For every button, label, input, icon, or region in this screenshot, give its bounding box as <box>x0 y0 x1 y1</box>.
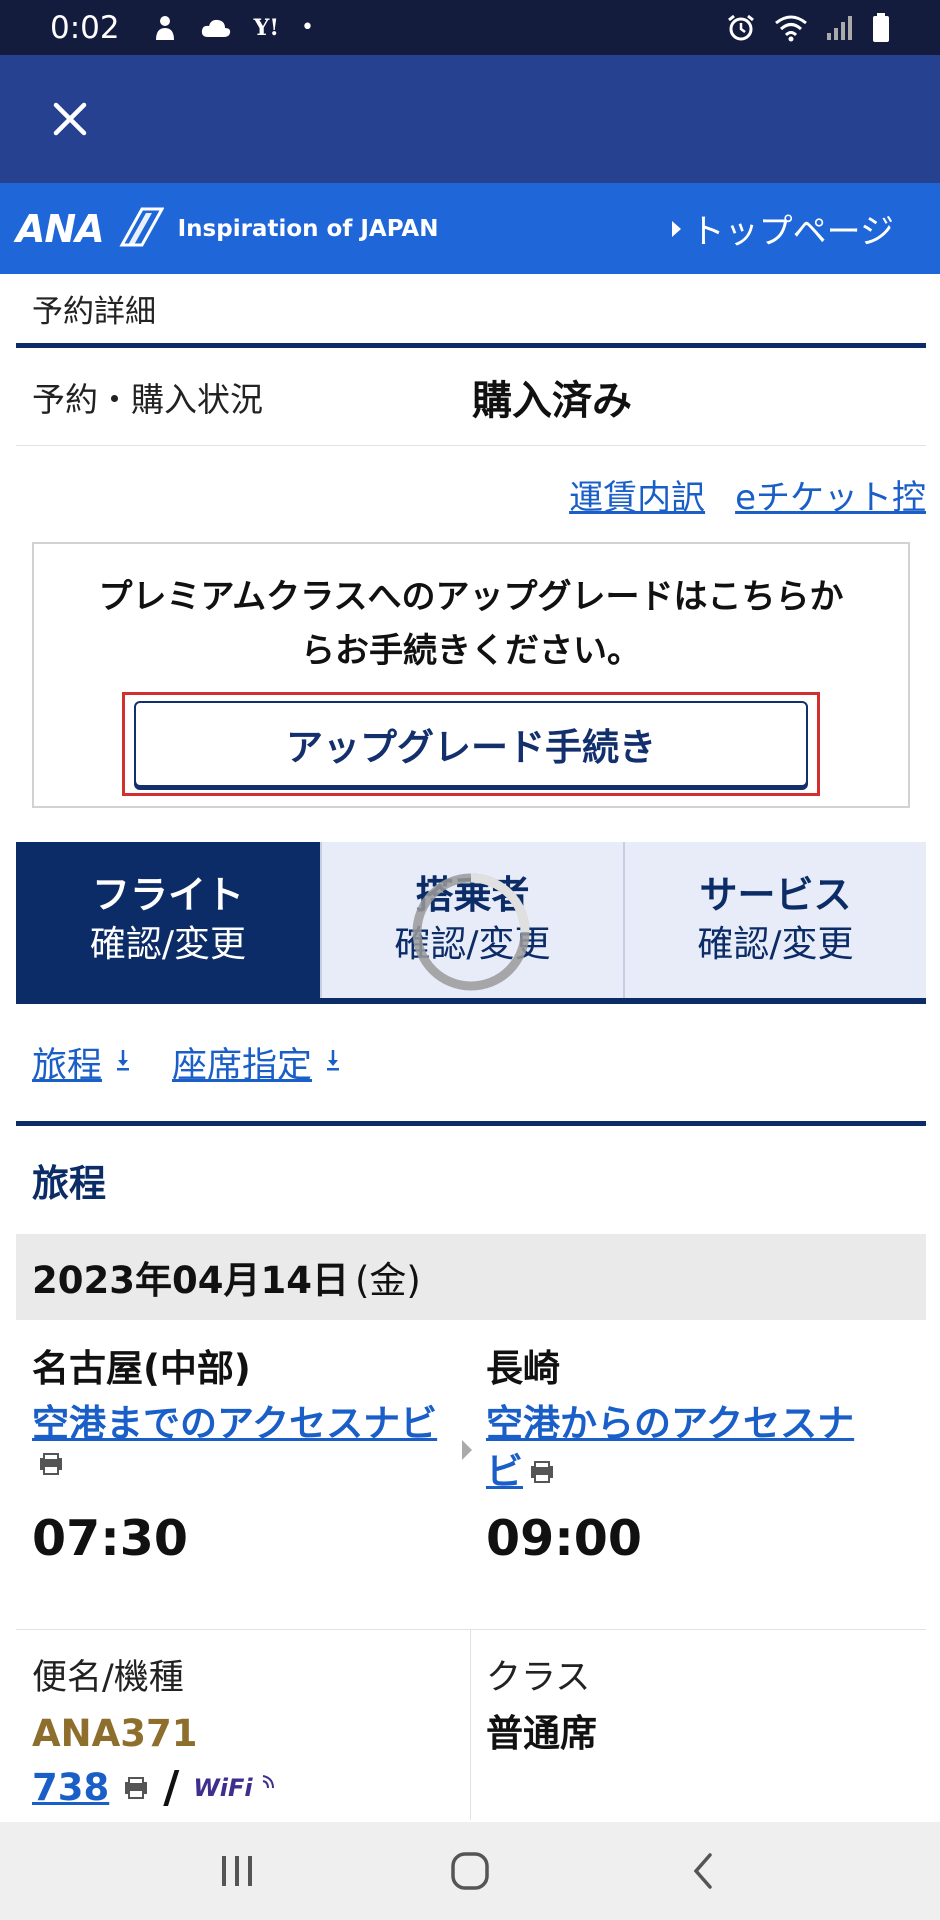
separator-slash: / <box>163 1762 180 1813</box>
class-label: クラス <box>486 1658 591 1698</box>
ana-logo-text: ANA <box>16 206 105 251</box>
receipt-links: 運賃内訳 eチケット控 <box>16 446 926 542</box>
yahoo-icon: Y! <box>253 14 279 41</box>
departure-print-row <box>32 1452 471 1492</box>
upgrade-highlight-frame: アップグレード手続き <box>122 692 820 796</box>
top-page-label: トップページ <box>690 212 894 252</box>
wifi-icon <box>774 14 808 42</box>
wifi-signal-icon <box>262 1774 274 1788</box>
status-dot: • <box>301 15 314 40</box>
arrival-access-row2: ビ <box>486 1450 926 1493</box>
ana-logo[interactable]: ANA Inspiration of JAPAN <box>16 207 439 251</box>
flight-number-column: 便名/機種 ANA371 738 / WiFi <box>16 1630 471 1820</box>
top-page-link[interactable]: トップページ <box>671 204 894 253</box>
flight-number-label: 便名/機種 <box>32 1658 184 1698</box>
upgrade-box: プレミアムクラスへのアップグレードはこちらか らお手続きください。 アップグレー… <box>32 542 910 808</box>
print-icon[interactable] <box>529 1460 555 1484</box>
tab-flight[interactable]: フライト 確認/変更 <box>16 842 320 998</box>
home-button[interactable] <box>430 1836 510 1906</box>
departure-column: 名古屋(中部) 空港までのアクセスナビ 07:30 <box>16 1320 471 1629</box>
arrow-down-icon <box>326 1048 340 1078</box>
aircraft-row: 738 / WiFi <box>32 1762 470 1813</box>
purchase-status-label: 予約・購入状況 <box>32 379 263 419</box>
departure-airport: 名古屋(中部) <box>32 1347 251 1390</box>
close-icon <box>53 102 87 136</box>
upgrade-message: プレミアムクラスへのアップグレードはこちらか らお手続きください。 <box>34 570 908 678</box>
back-button[interactable] <box>663 1836 743 1906</box>
status-bar: 0:02 Y! • <box>0 0 940 55</box>
recent-apps-button[interactable] <box>197 1836 277 1906</box>
purchase-status-value: 購入済み <box>472 377 632 424</box>
flight-date-bar: 2023年04月14日 (金) <box>16 1234 926 1320</box>
departure-access-label: 空港までのアクセスナビ <box>32 1402 438 1445</box>
status-time: 0:02 <box>50 9 120 46</box>
ana-banner: ANA Inspiration of JAPAN トップページ <box>0 183 940 274</box>
flight-info: 便名/機種 ANA371 738 / WiFi クラス 普通席 <box>16 1630 926 1820</box>
close-button[interactable] <box>36 85 104 153</box>
departure-access-link[interactable]: 空港までのアクセスナビ <box>32 1396 471 1452</box>
arrival-time: 09:00 <box>486 1510 642 1567</box>
itinerary-heading: 旅程 <box>32 1162 106 1205</box>
tab-service[interactable]: サービス 確認/変更 <box>623 842 926 998</box>
wifi-badge-text: WiFi <box>193 1773 253 1802</box>
app-header <box>0 55 940 183</box>
fare-breakdown-link[interactable]: 運賃内訳 <box>569 470 705 519</box>
upgrade-button[interactable]: アップグレード手続き <box>134 701 808 787</box>
notification-app-icon <box>152 14 178 42</box>
section-title: 予約詳細 <box>16 274 926 348</box>
recent-apps-icon <box>221 1856 252 1886</box>
triangle-right-icon <box>671 220 681 237</box>
home-icon <box>451 1852 489 1890</box>
ana-tagline: Inspiration of JAPAN <box>177 215 439 242</box>
class-value: 普通席 <box>486 1712 597 1755</box>
flight-route: 名古屋(中部) 空港までのアクセスナビ 07:30 長崎 空港からのアクセスナ … <box>16 1320 926 1630</box>
anchor-itinerary-label: 旅程 <box>32 1046 103 1086</box>
flight-number: ANA371 <box>32 1712 198 1755</box>
flight-day-of-week: (金) <box>354 1259 421 1302</box>
print-icon[interactable] <box>123 1776 149 1800</box>
tab-service-sub: 確認/変更 <box>697 924 854 965</box>
print-icon[interactable] <box>38 1452 64 1476</box>
page-anchors: 旅程 座席指定 <box>16 1004 926 1126</box>
loading-spinner-icon <box>412 873 530 991</box>
upgrade-message-line2: らお手続きください。 <box>301 631 641 671</box>
anchor-itinerary[interactable]: 旅程 <box>32 1037 130 1088</box>
booking-tabs: フライト 確認/変更 搭乗者 確認/変更 サービス 確認/変更 <box>16 842 926 1004</box>
anchor-seat-selection[interactable]: 座席指定 <box>172 1037 340 1088</box>
upgrade-message-line1: プレミアムクラスへのアップグレードはこちらか <box>98 577 844 617</box>
alarm-icon <box>726 13 756 43</box>
cloud-icon <box>200 17 232 39</box>
tab-flight-sub: 確認/変更 <box>89 924 247 965</box>
system-nav-bar <box>0 1822 940 1920</box>
signal-icon <box>826 15 854 41</box>
arrow-down-icon <box>116 1048 130 1078</box>
purchase-status-row: 予約・購入状況 購入済み <box>16 348 926 446</box>
back-icon <box>693 1853 713 1889</box>
battery-icon <box>872 12 890 43</box>
aircraft-type-link[interactable]: 738 <box>32 1766 109 1809</box>
main-content: 予約詳細 予約・購入状況 購入済み 運賃内訳 eチケット控 プレミアムクラスへの… <box>16 274 926 1820</box>
anchor-seat-label: 座席指定 <box>172 1046 313 1086</box>
arrival-column: 長崎 空港からのアクセスナ ビ 09:00 <box>471 1320 926 1629</box>
flight-date: 2023年04月14日 <box>32 1259 349 1302</box>
ana-logo-slash-icon <box>108 207 165 251</box>
arrival-access-label-line2[interactable]: ビ <box>486 1444 523 1500</box>
arrival-access-label-line1: 空港からのアクセスナ <box>486 1402 855 1445</box>
tab-flight-title: フライト <box>91 873 244 917</box>
departure-time: 07:30 <box>32 1510 188 1567</box>
arrival-access-link[interactable]: 空港からのアクセスナ <box>486 1396 926 1452</box>
class-column: クラス 普通席 <box>471 1630 926 1820</box>
arrival-airport: 長崎 <box>486 1347 560 1390</box>
route-arrow-icon <box>462 1440 472 1460</box>
tab-service-title: サービス <box>699 873 852 917</box>
wifi-badge: WiFi <box>193 1774 275 1802</box>
eticket-receipt-link[interactable]: eチケット控 <box>735 470 926 519</box>
